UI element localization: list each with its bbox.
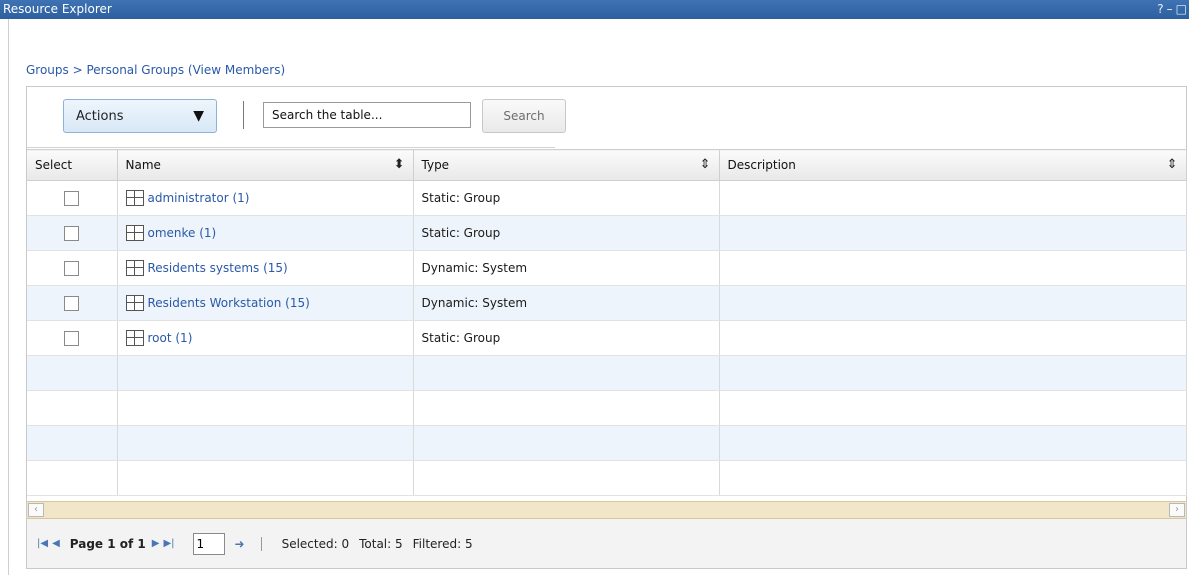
go-arrow-icon[interactable]: ➜: [235, 537, 245, 551]
search-button[interactable]: Search: [482, 99, 566, 133]
name-cell[interactable]: omenke (1): [117, 215, 414, 251]
column-header-type[interactable]: Type ⇕: [413, 149, 720, 181]
group-icon: [125, 225, 144, 241]
last-page-icon[interactable]: ▶|: [163, 538, 174, 549]
caret-down-icon: ▼: [193, 108, 204, 124]
empty-row: [27, 355, 1187, 391]
column-header-description[interactable]: Description ⇕: [719, 149, 1187, 181]
group-name-link[interactable]: Residents Workstation (15): [148, 296, 310, 310]
scroll-right-icon[interactable]: ›: [1169, 503, 1185, 517]
sort-icon[interactable]: ⇕: [700, 157, 711, 172]
window-titlebar: Resource Explorer ? – □: [0, 0, 1189, 19]
table-toolbar: Actions ▼ Search: [27, 87, 1186, 148]
scroll-left-icon[interactable]: ‹: [28, 503, 44, 517]
name-cell[interactable]: Residents Workstation (15): [117, 285, 414, 321]
group-name-link[interactable]: Residents systems (15): [148, 261, 288, 275]
help-icon[interactable]: ?: [1157, 0, 1163, 19]
group-icon: [125, 330, 144, 346]
row-checkbox[interactable]: [64, 190, 80, 206]
column-label: Name: [125, 158, 161, 172]
breadcrumb[interactable]: Groups > Personal Groups (View Members): [26, 63, 285, 77]
total-count: Total: 5: [359, 536, 403, 551]
window-controls: ? – □: [1157, 0, 1189, 19]
description-cell: [719, 320, 1187, 356]
description-cell: [719, 180, 1187, 216]
row-checkbox[interactable]: [64, 225, 80, 241]
selected-count: Selected: 0: [281, 536, 350, 551]
table-row[interactable]: Residents systems (15) Dynamic: System: [27, 250, 1187, 286]
type-cell: Static: Group: [413, 320, 720, 356]
description-cell: [719, 285, 1187, 321]
type-cell: Dynamic: System: [413, 285, 720, 321]
row-checkbox[interactable]: [64, 295, 80, 311]
actions-label: Actions: [76, 108, 124, 124]
actions-button[interactable]: Actions ▼: [63, 99, 217, 133]
horizontal-scrollbar[interactable]: ‹ ›: [27, 501, 1186, 519]
column-label: Select: [35, 158, 73, 172]
select-cell[interactable]: [27, 215, 118, 251]
next-page-icon[interactable]: ▶: [152, 538, 160, 549]
members-panel: Actions ▼ Search Select Name ⬍ Type ⇕ Desc…: [26, 86, 1187, 569]
empty-row: [27, 390, 1187, 426]
sort-icon[interactable]: ⇕: [1167, 157, 1178, 172]
members-table: Select Name ⬍ Type ⇕ Description ⇕ administ…: [27, 149, 1187, 496]
table-row[interactable]: root (1) Static: Group: [27, 320, 1187, 356]
select-cell[interactable]: [27, 285, 118, 321]
select-cell[interactable]: [27, 180, 118, 216]
select-cell[interactable]: [27, 320, 118, 356]
group-icon: [125, 295, 144, 311]
group-name-link[interactable]: administrator (1): [148, 191, 250, 205]
select-cell[interactable]: [27, 250, 118, 286]
column-label: Description: [727, 158, 796, 172]
description-cell: [719, 250, 1187, 286]
empty-row: [27, 425, 1187, 461]
table-row[interactable]: administrator (1) Static: Group: [27, 180, 1187, 216]
search-input[interactable]: [263, 102, 471, 128]
description-cell: [719, 215, 1187, 251]
group-icon: [125, 260, 144, 276]
pagination-bar: |◀ ◀ Page 1 of 1 ▶ ▶| ➜ Selected: 0 Tota…: [27, 519, 1186, 568]
name-cell[interactable]: root (1): [117, 320, 414, 356]
first-page-icon[interactable]: |◀: [37, 538, 48, 549]
row-checkbox[interactable]: [64, 260, 80, 276]
type-cell: Static: Group: [413, 180, 720, 216]
sort-active-icon[interactable]: ⬍: [394, 157, 405, 172]
table-header-row: Select Name ⬍ Type ⇕ Description ⇕: [27, 149, 1187, 181]
maximize-icon[interactable]: □: [1176, 0, 1187, 19]
column-label: Type: [421, 158, 450, 172]
type-cell: Dynamic: System: [413, 250, 720, 286]
group-name-link[interactable]: omenke (1): [148, 226, 217, 240]
previous-page-icon[interactable]: ◀: [52, 538, 60, 549]
toolbar-divider: [243, 101, 244, 129]
pager-divider: [260, 536, 262, 551]
column-header-select[interactable]: Select: [27, 149, 118, 181]
column-header-name[interactable]: Name ⬍: [117, 149, 414, 181]
page-label: Page 1 of 1: [69, 536, 146, 551]
type-cell: Static: Group: [413, 215, 720, 251]
window-title: Resource Explorer: [3, 2, 112, 16]
group-icon: [125, 190, 144, 206]
group-name-link[interactable]: root (1): [148, 331, 193, 345]
table-row[interactable]: Residents Workstation (15) Dynamic: Syst…: [27, 285, 1187, 321]
minimize-icon[interactable]: –: [1167, 0, 1173, 19]
table-body: administrator (1) Static: Group omenke (…: [27, 180, 1187, 496]
table-row[interactable]: omenke (1) Static: Group: [27, 215, 1187, 251]
empty-row: [27, 460, 1187, 496]
toolbar-rule: [27, 145, 555, 148]
name-cell[interactable]: administrator (1): [117, 180, 414, 216]
filtered-count: Filtered: 5: [412, 536, 473, 551]
page-number-input[interactable]: [192, 532, 225, 555]
row-checkbox[interactable]: [64, 330, 80, 346]
name-cell[interactable]: Residents systems (15): [117, 250, 414, 286]
